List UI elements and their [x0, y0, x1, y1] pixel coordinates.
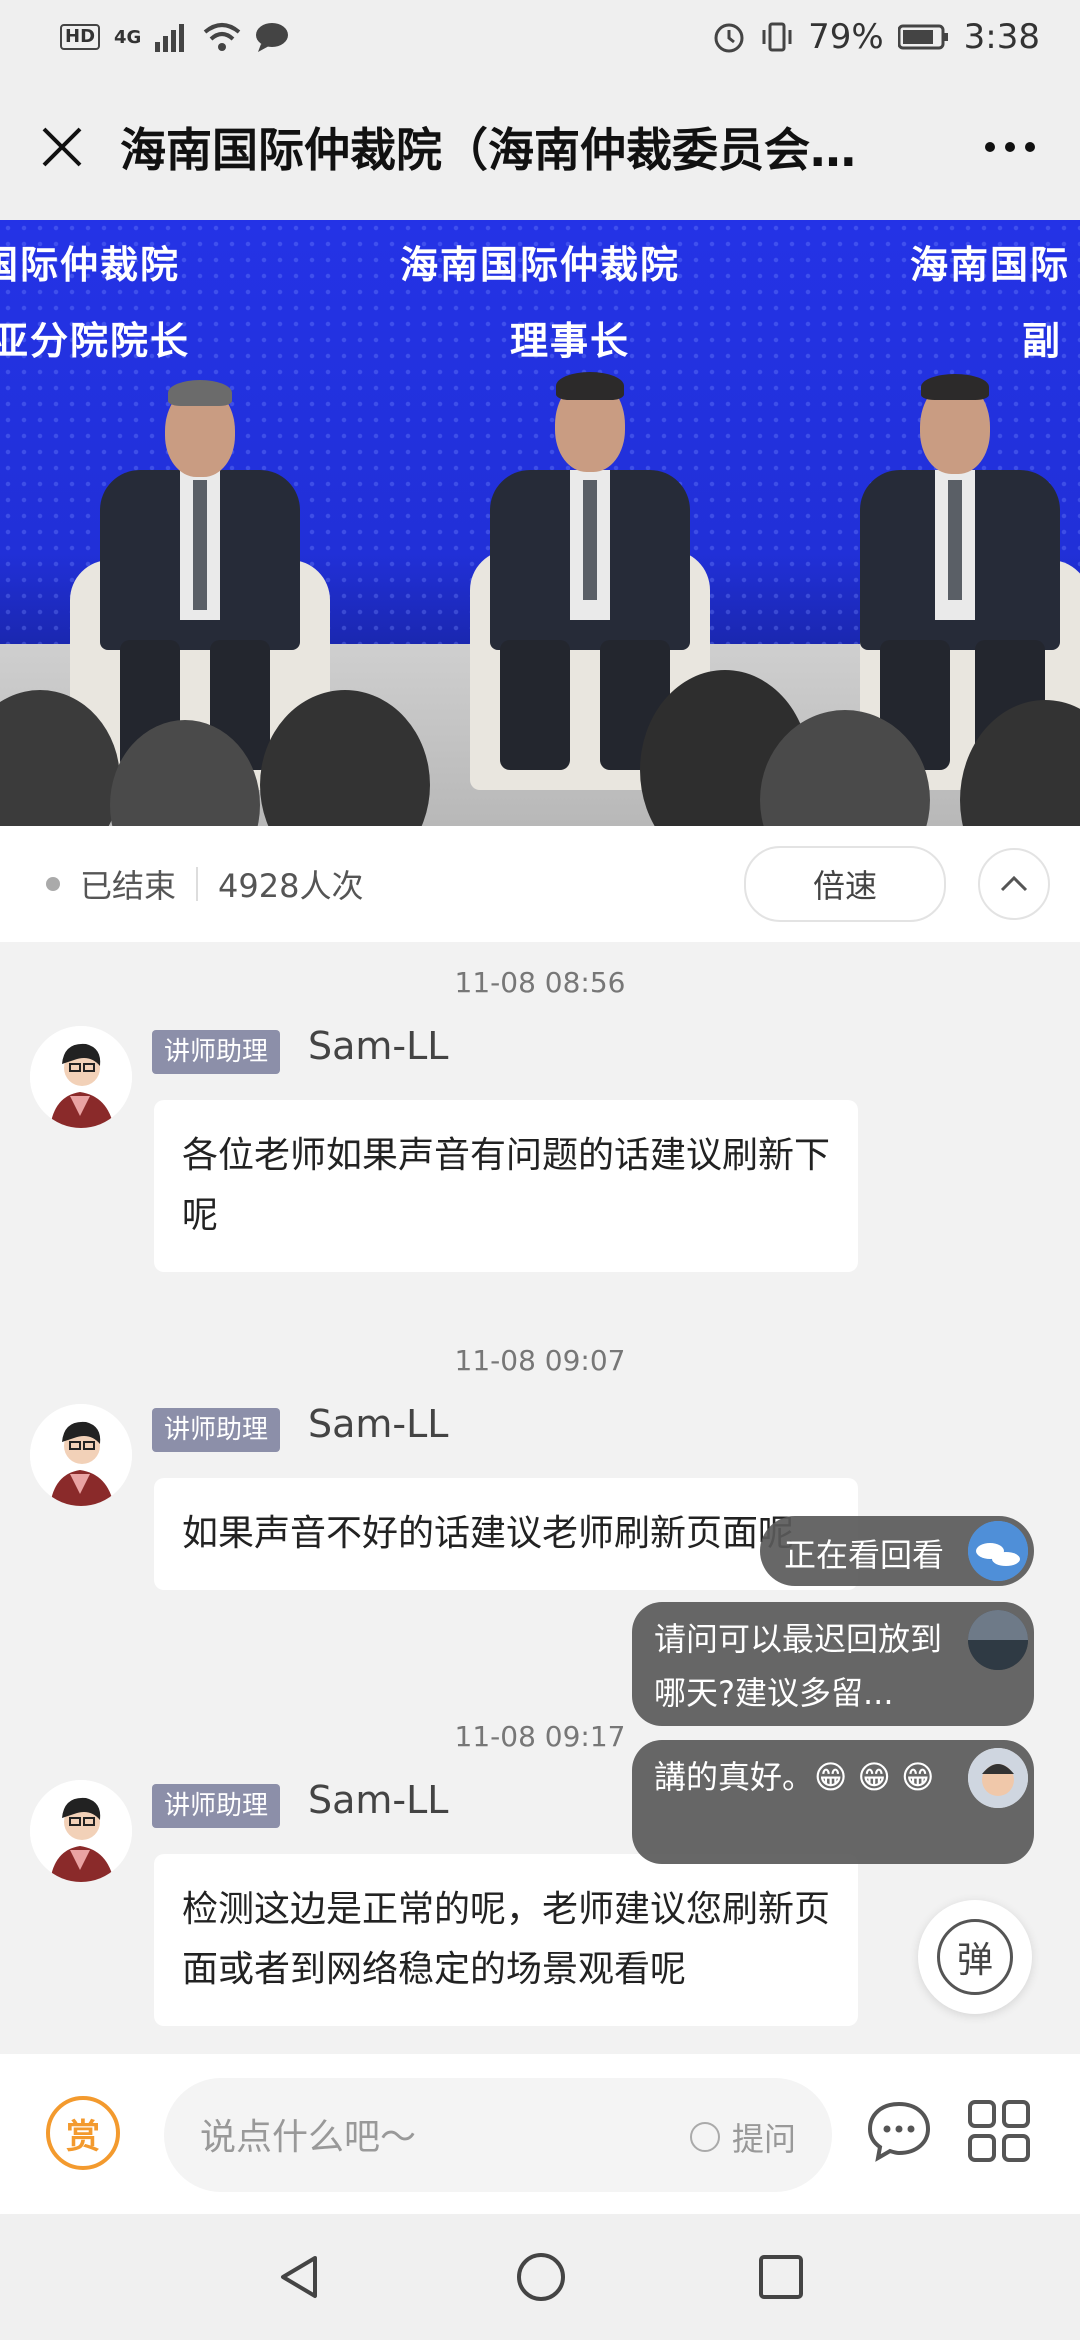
ask-question-toggle[interactable]: 提问	[689, 2114, 796, 2160]
banner-org-left: 国际仲裁院	[0, 243, 181, 287]
chevron-up-icon	[1000, 875, 1028, 892]
username: Sam-LL	[308, 1402, 449, 1446]
recents-icon[interactable]	[757, 2253, 805, 2301]
back-icon[interactable]	[275, 2252, 325, 2302]
live-status: 已结束	[80, 867, 177, 905]
danmaku-item: 正在看回看	[760, 1516, 1034, 1586]
alarm-icon	[714, 23, 744, 53]
message-bubble: 如果声音不好的话建议老师刷新页面呢	[154, 1478, 858, 1590]
username: Sam-LL	[308, 1778, 449, 1822]
avatar[interactable]	[30, 1780, 132, 1882]
home-icon[interactable]	[515, 2251, 567, 2303]
user-avatar-icon	[30, 1026, 132, 1128]
playback-speed-button[interactable]: 倍速	[744, 846, 946, 922]
user-avatar-icon	[30, 1780, 132, 1882]
message-bubble: 检测这边是正常的呢，老师建议您刷新页面或者到网络稳定的场景观看呢	[154, 1854, 858, 2026]
collapse-button[interactable]	[978, 848, 1050, 920]
ask-question-label: 提问	[731, 2120, 796, 2158]
role-badge: 讲师助理	[152, 1408, 281, 1452]
cloud-avatar-icon	[968, 1521, 1028, 1581]
signal-icon	[155, 24, 185, 52]
more-apps-button[interactable]	[966, 2098, 1032, 2164]
page-title: 海南国际仲裁院（海南仲裁委员会…	[120, 123, 856, 177]
clock-time: 3:38	[963, 17, 1040, 57]
close-button[interactable]	[30, 115, 94, 179]
role-badge: 讲师助理	[152, 1030, 281, 1074]
view-count: 4928人次	[218, 867, 364, 905]
child-avatar-icon	[968, 1748, 1028, 1808]
banner-title-right: 副	[1022, 319, 1063, 363]
live-status-dot	[46, 877, 60, 891]
user-avatar-icon	[30, 1404, 132, 1506]
danmaku-toggle-label: 弹	[937, 1919, 1013, 1995]
battery-icon	[897, 24, 948, 50]
wifi-icon	[204, 23, 241, 51]
player-control-bar: 已结束 4928人次 倍速	[0, 826, 1080, 942]
banner-title-center: 理事长	[510, 319, 631, 363]
danmaku-item: 请问可以最迟回放到哪天?建议多留...	[632, 1602, 1034, 1726]
danmaku-item: 講的真好。😁 😁 😁	[632, 1740, 1034, 1864]
message-timestamp: 11-08 09:07	[454, 1344, 626, 1377]
danmaku-avatar	[968, 1521, 1028, 1581]
vibrate-icon	[762, 22, 792, 52]
chat-list[interactable]: 11-08 08:56 讲师助理 Sam-LL 各位老师如果声音有问题的话建议刷…	[0, 942, 1080, 2054]
message-icon	[256, 23, 289, 52]
danmaku-text: 请问可以最迟回放到哪天?建议多留...	[654, 1620, 943, 1712]
comment-input-placeholder: 说点什么吧～	[200, 2117, 417, 2158]
divider	[196, 867, 199, 901]
chat-bubble-icon	[867, 2101, 931, 2162]
message-bubble: 各位老师如果声音有问题的话建议刷新下呢	[154, 1100, 858, 1272]
video-player[interactable]: 国际仲裁院 海南国际仲裁院 海南国际 亚分院院长 理事长 副	[0, 220, 1080, 826]
banner-org-center: 海南国际仲裁院	[400, 243, 681, 287]
danmaku-avatar	[968, 1610, 1028, 1670]
status-bar: HD 4G 79% 3:38	[0, 0, 1080, 74]
danmaku-avatar	[968, 1748, 1028, 1808]
lake-avatar-icon	[968, 1610, 1028, 1670]
danmaku-text: 講的真好。😁 😁 😁	[654, 1758, 935, 1796]
grid-icon	[968, 2100, 1030, 2162]
network-type: 4G	[114, 26, 142, 48]
radio-circle-icon	[689, 2122, 720, 2152]
close-icon	[42, 127, 82, 167]
battery-percent: 79%	[808, 17, 884, 57]
comment-input[interactable]: 说点什么吧～ 提问	[164, 2078, 832, 2192]
avatar[interactable]	[30, 1404, 132, 1506]
message-timestamp: 11-08 08:56	[454, 966, 626, 999]
hd-icon: HD	[60, 24, 101, 50]
reward-button[interactable]: 赏	[46, 2096, 120, 2170]
chat-button[interactable]	[866, 2098, 932, 2164]
more-options-button[interactable]	[970, 117, 1050, 177]
avatar[interactable]	[30, 1026, 132, 1128]
username: Sam-LL	[308, 1024, 449, 1068]
banner-title-left: 亚分院院长	[0, 319, 191, 363]
banner-org-right: 海南国际	[910, 243, 1071, 287]
input-bar: 赏 说点什么吧～ 提问	[0, 2054, 1080, 2214]
danmaku-toggle-button[interactable]: 弹	[918, 1900, 1032, 2014]
title-bar: 海南国际仲裁院（海南仲裁委员会…	[0, 74, 1080, 220]
danmaku-text: 正在看回看	[784, 1536, 945, 1574]
role-badge: 讲师助理	[152, 1784, 281, 1828]
system-nav-bar	[0, 2214, 1080, 2340]
